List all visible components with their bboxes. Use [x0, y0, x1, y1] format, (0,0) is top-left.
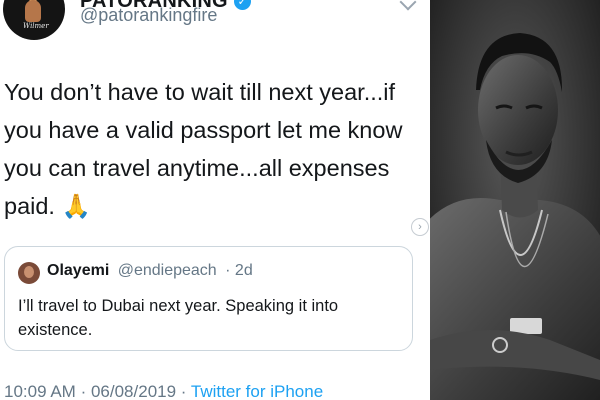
quoted-user-avatar[interactable] — [18, 262, 40, 284]
avatar-figure — [25, 0, 41, 22]
tweet-source-link[interactable]: Twitter for iPhone — [191, 382, 323, 400]
tweet-card: Wilmer PATORANKING ✓ @patorankingfire Yo… — [0, 0, 430, 400]
tweet-time[interactable]: 10:09 AM — [4, 382, 76, 400]
quoted-author-handle: @endiepeach — [117, 262, 217, 279]
chevron-down-icon[interactable] — [399, 0, 417, 11]
meta-separator: · — [80, 382, 87, 400]
tweet-date[interactable]: 06/08/2019 — [91, 382, 176, 400]
tweet-text: You don’t have to wait till next year...… — [4, 73, 419, 225]
quoted-tweet[interactable]: Olayemi @endiepeach · 2d I’ll travel to … — [4, 246, 413, 351]
author-handle[interactable]: @patorankingfire — [80, 5, 217, 26]
quoted-author-name: Olayemi — [47, 262, 110, 279]
quoted-tweet-text: I’ll travel to Dubai next year. Speaking… — [18, 297, 339, 339]
portrait-illustration — [430, 0, 600, 400]
tweet-text-line: you have a valid passport let me know — [4, 117, 403, 143]
avatar-signature: Wilmer — [23, 22, 49, 30]
meta-separator: · — [180, 382, 187, 400]
tweet-meta: 10:09 AM · 06/08/2019 · Twitter for iPho… — [4, 382, 323, 400]
quoted-author-row: Olayemi @endiepeach · 2d — [47, 262, 253, 280]
user-avatar[interactable]: Wilmer — [3, 0, 65, 40]
quoted-tweet-time: · 2d — [225, 262, 253, 279]
tweet-text-line: paid. 🙏 — [4, 193, 91, 219]
portrait-photo — [430, 0, 600, 400]
tweet-text-line: You don’t have to wait till next year...… — [4, 79, 396, 105]
tweet-text-line: you can travel anytime...all expenses — [4, 155, 390, 181]
verified-badge-icon: ✓ — [233, 0, 251, 10]
chevron-right-icon[interactable]: › — [411, 218, 429, 236]
